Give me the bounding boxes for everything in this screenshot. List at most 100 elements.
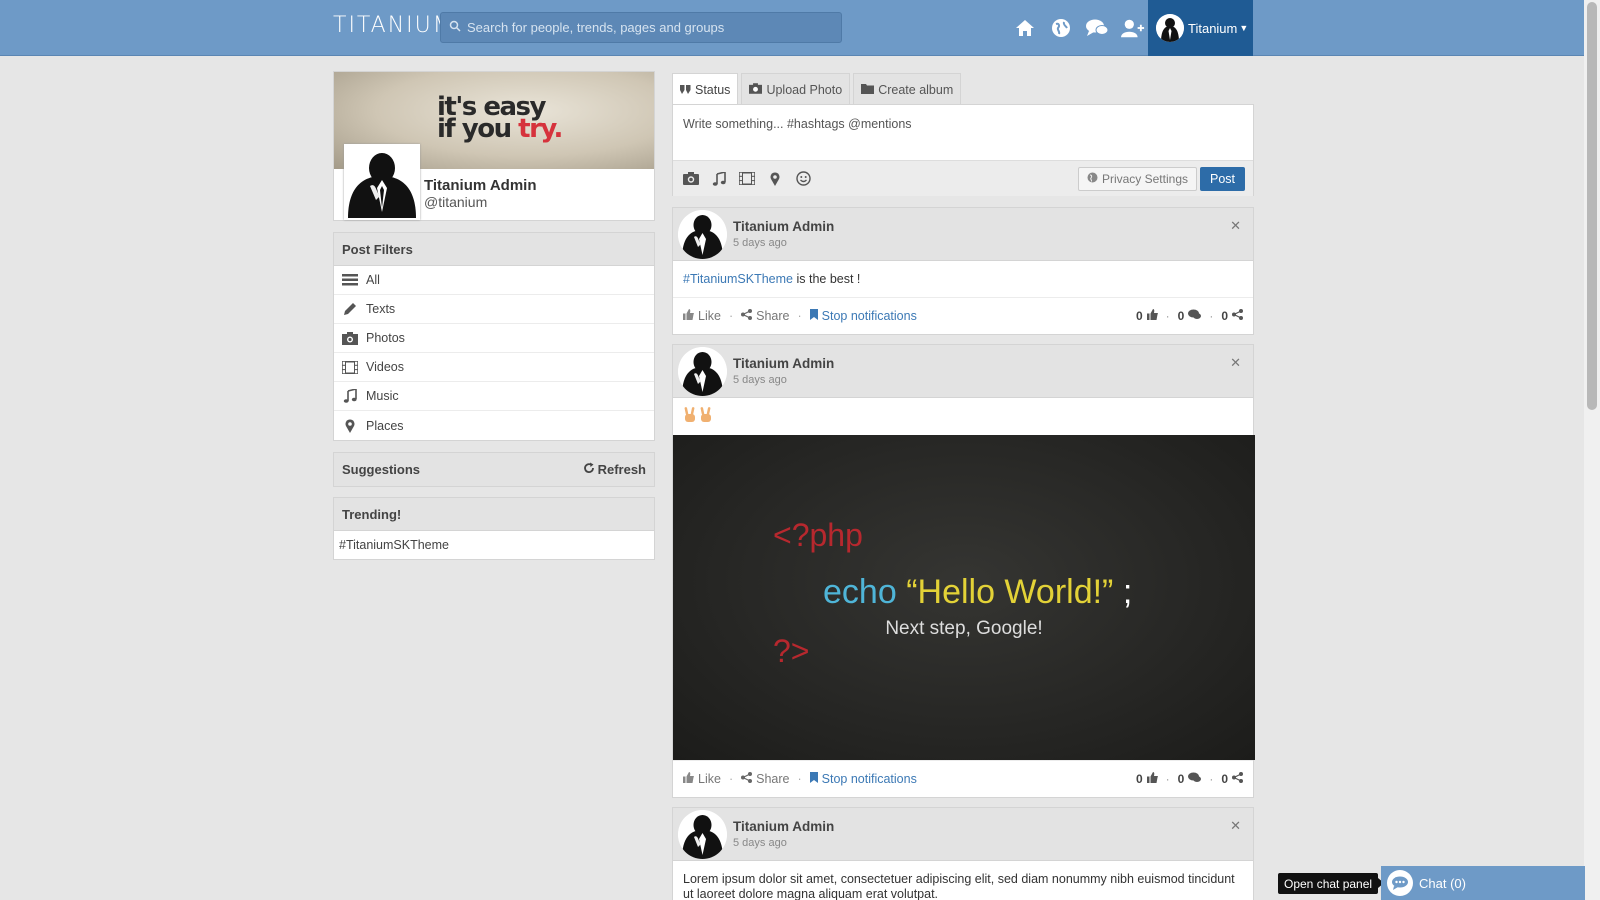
share-button[interactable]: Share bbox=[741, 309, 789, 323]
trending-panel: Trending! #TitaniumSKTheme bbox=[333, 497, 655, 560]
post-time[interactable]: 5 days ago bbox=[733, 237, 787, 249]
music-icon[interactable] bbox=[711, 171, 727, 187]
suggestions-title: Suggestions bbox=[342, 462, 421, 477]
post-author[interactable]: Titanium Admin bbox=[733, 219, 834, 234]
post-text bbox=[673, 398, 1253, 435]
messages-icon[interactable] bbox=[1085, 16, 1109, 40]
map-marker-icon[interactable] bbox=[767, 171, 783, 187]
filter-videos[interactable]: Videos bbox=[334, 353, 654, 382]
post-text: #TitaniumSKTheme is the best ! bbox=[683, 272, 861, 286]
user-menu-label: Titanium bbox=[1188, 20, 1238, 36]
avatar bbox=[1156, 14, 1184, 42]
chat-icon bbox=[1387, 870, 1413, 896]
filter-places[interactable]: Places bbox=[334, 411, 654, 440]
image-php-close: ?> bbox=[773, 633, 810, 669]
post-time[interactable]: 5 days ago bbox=[733, 374, 787, 386]
stop-notifications-button[interactable]: Stop notifications bbox=[809, 309, 917, 323]
refresh-button[interactable]: Refresh bbox=[583, 462, 646, 477]
thumbs-up-icon bbox=[683, 309, 694, 323]
film-icon bbox=[342, 360, 358, 374]
composer-tabs: Status Upload Photo Create album bbox=[672, 73, 962, 105]
home-icon[interactable] bbox=[1013, 16, 1037, 40]
camera-icon[interactable] bbox=[683, 171, 699, 187]
bookmark-icon bbox=[809, 772, 818, 786]
composer-toolbar: Privacy Settings Post bbox=[673, 160, 1253, 196]
post-actions: Like · Share · Stop notifications 0 · 0 … bbox=[673, 760, 1253, 797]
tab-create-album[interactable]: Create album bbox=[853, 73, 962, 105]
profile-name[interactable]: Titanium Admin bbox=[424, 177, 537, 194]
logo[interactable]: TITANIUM bbox=[333, 13, 454, 38]
likes-count: 0 bbox=[1135, 309, 1143, 323]
chat-label: Chat (0) bbox=[1419, 875, 1466, 891]
profile-avatar[interactable] bbox=[344, 144, 420, 220]
filter-photos[interactable]: Photos bbox=[334, 324, 654, 353]
share-button[interactable]: Share bbox=[741, 772, 789, 786]
post-card: Titanium Admin 5 days ago ✕ #TitaniumSKT… bbox=[672, 207, 1254, 335]
tab-upload-photo[interactable]: Upload Photo bbox=[741, 73, 851, 105]
trending-item[interactable]: #TitaniumSKTheme bbox=[334, 531, 654, 559]
close-icon[interactable]: ✕ bbox=[1230, 818, 1241, 834]
suggestions-panel: Suggestions Refresh bbox=[333, 452, 655, 487]
bookmark-icon bbox=[809, 309, 818, 323]
camera-icon bbox=[342, 331, 358, 345]
search-input[interactable] bbox=[467, 20, 827, 35]
share-icon bbox=[741, 309, 753, 323]
filter-all[interactable]: All bbox=[334, 266, 654, 295]
filter-texts[interactable]: Texts bbox=[334, 295, 654, 324]
post-button[interactable]: Post bbox=[1200, 167, 1245, 191]
quote-icon bbox=[680, 83, 695, 97]
thumbs-up-icon bbox=[1146, 772, 1158, 786]
image-echo-line: echo “Hello World!” ; bbox=[823, 573, 1133, 611]
likes-count: 0 bbox=[1135, 772, 1143, 786]
status-composer: Privacy Settings Post bbox=[672, 104, 1254, 196]
camera-icon bbox=[749, 82, 766, 97]
tab-status[interactable]: Status bbox=[672, 73, 739, 105]
post-time[interactable]: 5 days ago bbox=[733, 837, 787, 849]
like-button[interactable]: Like bbox=[683, 772, 721, 786]
globe-icon[interactable] bbox=[1049, 16, 1073, 40]
stop-notifications-button[interactable]: Stop notifications bbox=[809, 772, 917, 786]
smiley-icon[interactable] bbox=[795, 171, 811, 187]
comments-icon bbox=[1188, 772, 1202, 786]
search-icon bbox=[449, 20, 461, 35]
status-input[interactable] bbox=[673, 105, 1253, 157]
close-icon[interactable]: ✕ bbox=[1230, 218, 1241, 234]
post-stats: 0 · 0 · 0 bbox=[1136, 309, 1243, 323]
caret-down-icon: ▼ bbox=[1239, 23, 1249, 33]
avatar[interactable] bbox=[678, 210, 727, 259]
post-author[interactable]: Titanium Admin bbox=[733, 356, 834, 371]
comments-count: 0 bbox=[1177, 309, 1185, 323]
chat-button[interactable]: Chat (0) bbox=[1381, 866, 1585, 900]
avatar[interactable] bbox=[678, 347, 727, 396]
privacy-settings-button[interactable]: Privacy Settings bbox=[1077, 167, 1197, 191]
top-navbar: TITANIUM Titanium ▼ bbox=[0, 0, 1584, 56]
add-friend-icon[interactable] bbox=[1121, 16, 1145, 40]
trending-title: Trending! bbox=[334, 498, 654, 531]
post-author[interactable]: Titanium Admin bbox=[733, 819, 834, 834]
image-caption: Next step, Google! bbox=[885, 618, 1043, 639]
scrollbar-thumb[interactable] bbox=[1587, 2, 1597, 410]
refresh-icon bbox=[583, 462, 595, 477]
share-icon bbox=[1232, 309, 1243, 323]
shares-count: 0 bbox=[1221, 772, 1228, 786]
image-php-open: <?php bbox=[773, 517, 863, 553]
film-icon[interactable] bbox=[739, 171, 755, 187]
post-filters-panel: Post Filters All Texts Photos Videos Mus… bbox=[333, 232, 655, 441]
filter-music[interactable]: Music bbox=[334, 382, 654, 411]
peace-sign-icon bbox=[699, 407, 713, 423]
user-menu[interactable]: Titanium ▼ bbox=[1148, 0, 1253, 56]
chat-tooltip: Open chat panel bbox=[1278, 873, 1385, 894]
post-image[interactable]: <?php echo “Hello World!” ; Next step, G… bbox=[673, 435, 1255, 760]
post-filters-title: Post Filters bbox=[334, 233, 654, 266]
thumbs-up-icon bbox=[1146, 309, 1158, 323]
post-card: Titanium Admin 5 days ago ✕ <?php echo “… bbox=[672, 344, 1255, 798]
avatar[interactable] bbox=[678, 810, 727, 859]
close-icon[interactable]: ✕ bbox=[1230, 355, 1241, 371]
search-box[interactable] bbox=[440, 12, 842, 43]
post-actions: Like · Share · Stop notifications 0 · 0 … bbox=[673, 297, 1253, 334]
post-text: Lorem ipsum dolor sit amet, consectetuer… bbox=[683, 872, 1235, 900]
list-icon bbox=[342, 273, 358, 287]
page-scrollbar[interactable] bbox=[1584, 0, 1600, 900]
like-button[interactable]: Like bbox=[683, 309, 721, 323]
hashtag-link[interactable]: #TitaniumSKTheme bbox=[683, 272, 793, 286]
